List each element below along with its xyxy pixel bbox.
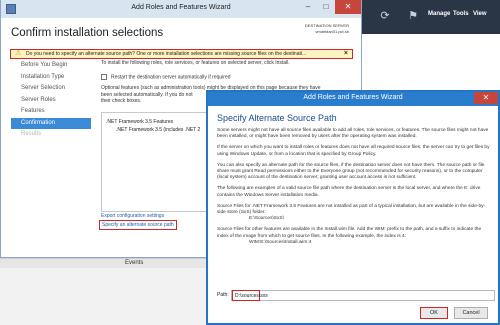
sxs-path-example: E:\Sources\SxS\	[249, 216, 284, 222]
warning-text: Do you need to specify an alternate sour…	[26, 51, 307, 57]
dialog-heading: Specify Alternate Source Path	[217, 113, 337, 123]
nav-confirmation[interactable]: Confirmation	[11, 117, 91, 129]
dialog-body: Some servers might not have all source f…	[217, 128, 492, 246]
refresh-icon[interactable]: ⟳	[378, 9, 392, 23]
dialog-titlebar: Add Roles and Features Wizard ✕	[208, 92, 498, 106]
page-title: Confirm installation selections	[11, 27, 164, 39]
destination-server-label: DESTINATION SERVER	[304, 23, 349, 28]
dialog-paragraph-5: Source Files for .NET Framework 3.5 Feat…	[217, 203, 486, 216]
nav-features[interactable]: Features	[11, 106, 91, 118]
restart-checkbox[interactable]	[101, 74, 107, 80]
dialog-paragraph-6: Source Files for other features are avai…	[217, 227, 482, 239]
alternate-source-dialog: Add Roles and Features Wizard ✕ Specify …	[206, 90, 500, 325]
feature-item-net35-features: .NET Framework 3.5 Features	[106, 119, 174, 125]
warning-close-icon[interactable]: ×	[344, 50, 348, 58]
path-label: Path:	[217, 292, 229, 298]
export-config-link[interactable]: Export configuration settings	[101, 213, 164, 219]
menu-view[interactable]: View	[473, 11, 487, 17]
wizard-close-icon[interactable]: ✕	[335, 0, 361, 14]
maximize-icon[interactable]: □	[317, 0, 335, 14]
menu-manage[interactable]: Manage	[428, 11, 450, 17]
dialog-paragraph-4: The following are examples of a valid so…	[217, 186, 481, 198]
ok-button[interactable]: OK	[420, 307, 448, 319]
nav-results: Results	[21, 131, 42, 137]
path-value: D:\sources\sxs	[235, 293, 268, 299]
feature-item-net35: .NET Framework 3.5 (includes .NET 2	[116, 127, 201, 133]
dialog-title: Add Roles and Features Wizard	[303, 94, 403, 101]
dialog-close-icon[interactable]: ✕	[474, 92, 498, 104]
events-bar	[0, 258, 210, 268]
flag-icon[interactable]: ⚑	[406, 9, 420, 23]
install-intro-text: To install the following roles, role ser…	[101, 60, 290, 66]
restart-label: Restart the destination server automatic…	[111, 74, 231, 81]
restart-option[interactable]: Restart the destination server automatic…	[101, 74, 356, 80]
path-row: Path: D:\sources\sxs	[217, 290, 495, 301]
warning-icon: ⚠	[15, 50, 22, 57]
dialog-paragraph-1: Some servers might not have all source f…	[217, 128, 489, 140]
events-label[interactable]: Events	[125, 260, 143, 266]
destination-server-name: vmdebian01.pct.sh	[315, 29, 349, 34]
nav-installation-type[interactable]: Installation Type	[11, 72, 91, 84]
wizard-nav: Before You Begin Installation Type Serve…	[11, 60, 91, 141]
wim-path-example: WIM:E:\Sources\Install.wim:4	[249, 239, 312, 245]
cancel-button[interactable]: Cancel	[454, 307, 488, 319]
dialog-paragraph-2: If the server on which you want to insta…	[217, 145, 490, 157]
missing-source-warning[interactable]: ⚠ Do you need to specify an alternate so…	[10, 49, 353, 59]
path-input[interactable]: D:\sources\sxs	[231, 290, 495, 301]
nav-server-roles[interactable]: Server Roles	[11, 95, 91, 107]
wizard-titlebar: Add Roles and Features Wizard – □ ✕	[1, 0, 361, 18]
alternate-source-link[interactable]: Specify an alternate source path	[99, 220, 177, 230]
dialog-paragraph-3: You can also specify an alternate path f…	[217, 162, 485, 181]
nav-before-you-begin[interactable]: Before You Begin	[11, 60, 91, 72]
menu-tools[interactable]: Tools	[453, 11, 469, 17]
nav-server-selection[interactable]: Server Selection	[11, 83, 91, 95]
minimize-icon[interactable]: –	[299, 0, 317, 14]
server-manager-toolbar: ⟳ ⚑ Manage Tools View	[360, 0, 500, 34]
